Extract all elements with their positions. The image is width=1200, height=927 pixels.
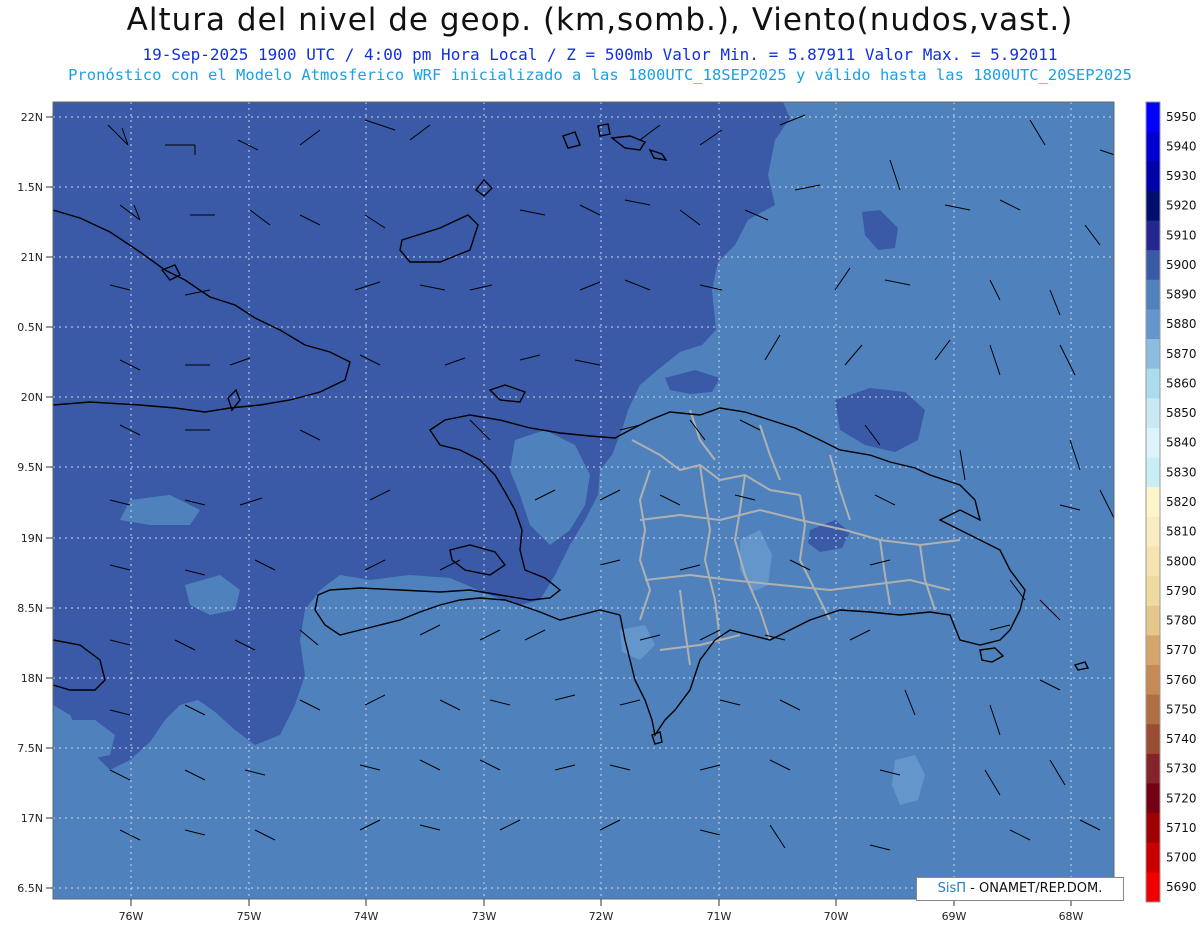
colorbar-label: 5740 — [1166, 732, 1197, 746]
lon-label-76w: 76W — [119, 910, 144, 923]
lat-label-17-5n: 7.5N — [17, 742, 43, 755]
colorbar-swatch — [1146, 724, 1160, 755]
colorbar-swatch — [1146, 131, 1160, 162]
colorbar-label: 5750 — [1166, 702, 1197, 716]
colorbar-swatch — [1146, 842, 1160, 873]
colorbar-label: 5860 — [1166, 376, 1197, 390]
colorbar-swatch — [1146, 516, 1160, 547]
credit-box: SisΠ - ONAMET/REP.DOM. — [916, 877, 1124, 901]
colorbar-label: 5880 — [1166, 317, 1197, 331]
colorbar-label: 5900 — [1166, 258, 1197, 272]
colorbar-label: 5770 — [1166, 643, 1197, 657]
lon-label-70w: 70W — [824, 910, 849, 923]
lat-ticks — [46, 116, 53, 889]
lat-label-18n: 18N — [21, 672, 43, 685]
colorbar-label: 5820 — [1166, 495, 1197, 509]
colorbar-label: 5830 — [1166, 465, 1197, 479]
colorbar-swatch — [1146, 783, 1160, 814]
colorbar-swatch — [1146, 279, 1160, 310]
colorbar-label: 5910 — [1166, 228, 1197, 242]
colorbar-label: 5760 — [1166, 673, 1197, 687]
colorbar-swatch — [1146, 546, 1160, 577]
lon-label-74w: 74W — [354, 910, 379, 923]
colorbar-swatch — [1146, 635, 1160, 666]
colorbar-swatch — [1146, 190, 1160, 222]
colorbar-label: 5690 — [1166, 880, 1197, 894]
colorbar-swatch — [1146, 487, 1160, 518]
colorbar-label: 5720 — [1166, 791, 1197, 805]
colorbar-label: 5940 — [1166, 139, 1197, 153]
colorbar-swatch — [1146, 813, 1160, 844]
lat-label-19n: 19N — [21, 532, 43, 545]
colorbar-swatch — [1146, 250, 1160, 281]
colorbar-swatch — [1146, 872, 1160, 903]
colorbar-label: 5790 — [1166, 584, 1197, 598]
lat-label-16-5n: 6.5N — [17, 882, 43, 895]
colorbar-swatch — [1146, 457, 1160, 488]
colorbar-swatch — [1146, 664, 1160, 696]
colorbar-swatch — [1146, 220, 1160, 251]
credit-text: - ONAMET/REP.DOM. — [966, 881, 1103, 896]
colorbar-label: 5810 — [1166, 525, 1197, 539]
colorbar-label: 5930 — [1166, 169, 1197, 183]
lon-label-73w: 73W — [472, 910, 497, 923]
lat-label-21-5n: 1.5N — [17, 181, 43, 194]
colorbar-swatch — [1146, 753, 1160, 784]
colorbar-label: 5730 — [1166, 762, 1197, 776]
colorbar-swatch — [1146, 368, 1160, 399]
colorbar-label: 5950 — [1166, 110, 1197, 124]
colorbar-label: 5780 — [1166, 614, 1197, 628]
colorbar-swatch — [1146, 427, 1160, 459]
lat-label-17n: 17N — [21, 812, 43, 825]
colorbar-swatch — [1146, 694, 1160, 725]
colorbar-swatch — [1146, 161, 1160, 192]
lat-label-18-5n: 8.5N — [17, 602, 43, 615]
colorbar-label: 5840 — [1166, 436, 1197, 450]
lat-label-22n: 22N — [21, 111, 43, 124]
lon-label-75w: 75W — [237, 910, 262, 923]
colorbar-swatch — [1146, 605, 1160, 636]
lat-label-19-5n: 9.5N — [17, 461, 43, 474]
map-figure: 22N 1.5N 21N 0.5N 20N 9.5N 19N 8.5N 18N … — [17, 101, 1197, 923]
colorbar-label: 5920 — [1166, 199, 1197, 213]
lon-label-68w: 68W — [1059, 910, 1084, 923]
lat-label-20-5n: 0.5N — [17, 321, 43, 334]
colorbar-label: 5700 — [1166, 851, 1197, 865]
colorbar-swatch — [1146, 309, 1160, 340]
colorbar-label: 5890 — [1166, 288, 1197, 302]
colorbar: 5950 5940 5930 5920 5910 5900 5890 5880 5870 5860… — [1145, 101, 1197, 903]
lon-label-69w: 69W — [942, 910, 967, 923]
colorbar-label: 5870 — [1166, 347, 1197, 361]
colorbar-label: 5710 — [1166, 821, 1197, 835]
colorbar-swatch — [1146, 102, 1160, 133]
colorbar-label: 5800 — [1166, 554, 1197, 568]
colorbar-swatch — [1146, 398, 1160, 429]
lon-label-72w: 72W — [589, 910, 614, 923]
colorbar-swatch — [1146, 339, 1160, 370]
lon-label-71w: 71W — [707, 910, 732, 923]
colorbar-label: 5850 — [1166, 406, 1197, 420]
lat-label-20n: 20N — [21, 391, 43, 404]
lat-label-21n: 21N — [21, 251, 43, 264]
sispi-logo-text: SisΠ — [937, 881, 967, 896]
colorbar-swatch — [1146, 576, 1160, 607]
